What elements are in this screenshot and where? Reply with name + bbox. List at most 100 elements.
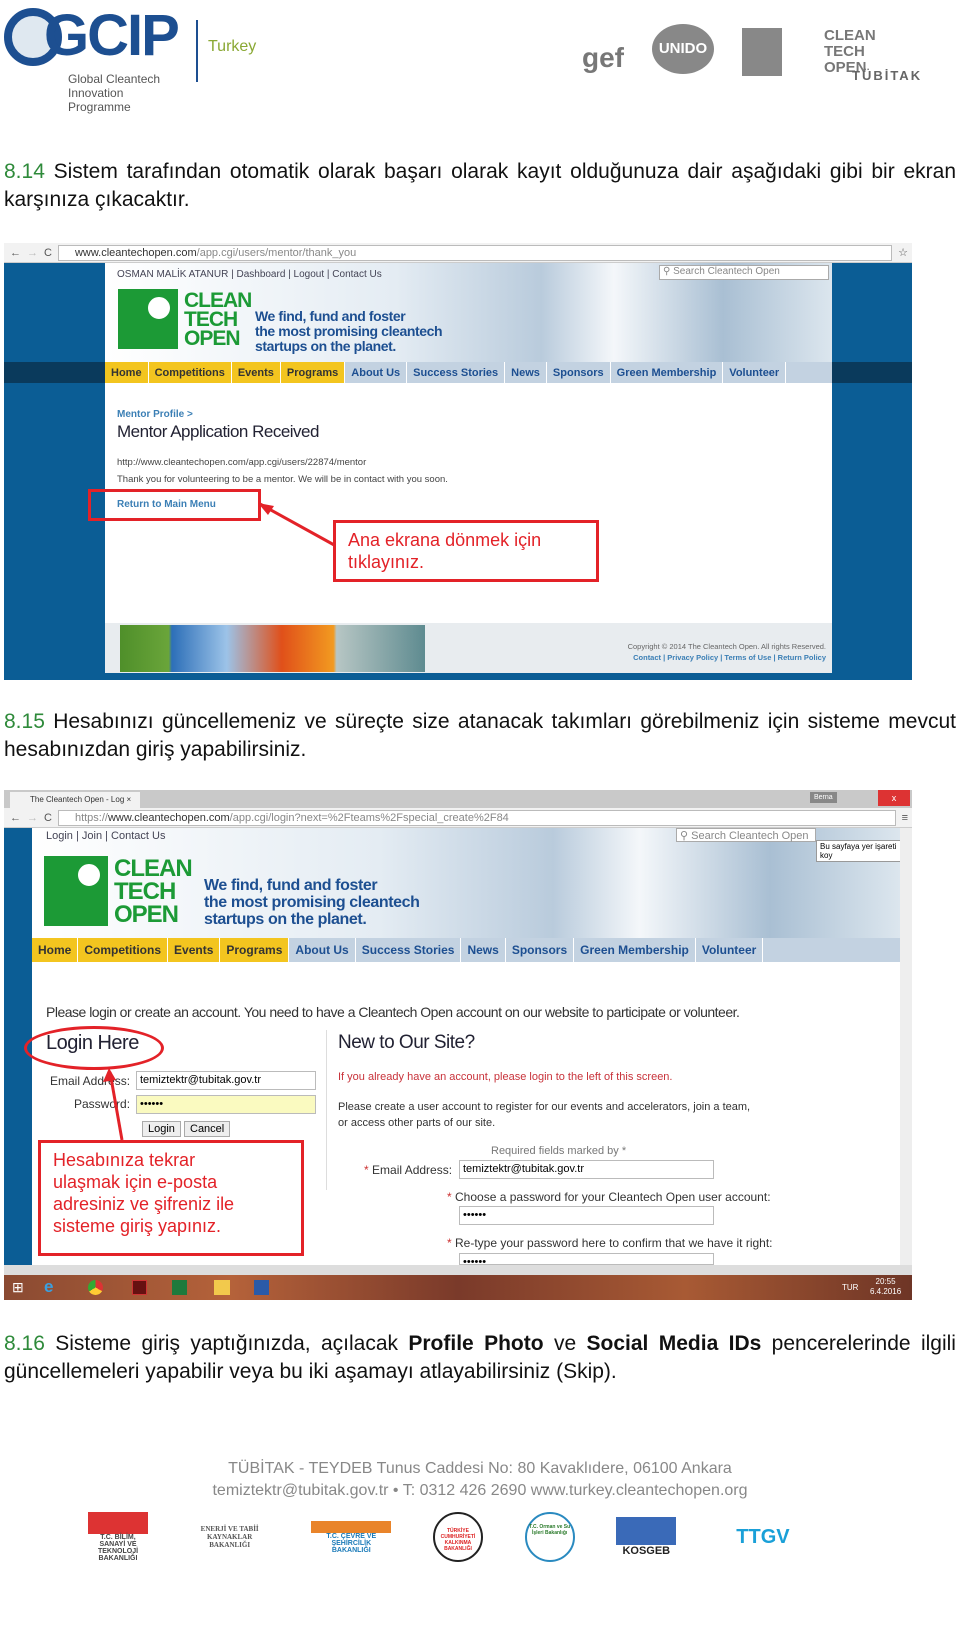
- choose-password-field[interactable]: ••••••: [459, 1206, 714, 1225]
- logo-bilim-sanayi: T.C. BİLİM, SANAYİ VE TEKNOLOJİ BAKANLIĞ…: [88, 1512, 148, 1562]
- logo-ttgv: TTGV: [736, 1525, 790, 1548]
- nav-about[interactable]: About Us: [289, 938, 356, 962]
- annotation-callout: Hesabınıza tekrar ulaşmak için e-posta adr…: [38, 1140, 304, 1256]
- back-icon[interactable]: ←: [10, 812, 21, 824]
- new-site-title: New to Our Site?: [338, 1032, 475, 1053]
- forward-icon[interactable]: →: [27, 247, 38, 259]
- annotation-arrow: [103, 1068, 124, 1141]
- paragraph-8-15: 8.15 Hesabınızı güncellemeniz ve süreçte…: [4, 710, 956, 761]
- word-icon[interactable]: [254, 1280, 269, 1295]
- nav-sponsors[interactable]: Sponsors: [506, 938, 575, 962]
- annotation-arrow: [258, 502, 337, 548]
- nav-about[interactable]: About Us: [345, 362, 408, 383]
- nav-news[interactable]: News: [461, 938, 506, 962]
- taskbar: ⊞ e TUR 20:55 6.4.2016: [4, 1275, 912, 1300]
- nav-volunteer[interactable]: Volunteer: [696, 938, 764, 962]
- nav-green-membership[interactable]: Green Membership: [574, 938, 696, 962]
- breadcrumb[interactable]: Mentor Profile >: [117, 409, 193, 420]
- language-indicator[interactable]: TUR: [842, 1283, 858, 1292]
- main-nav: Home Competitions Events Programs About …: [32, 938, 900, 962]
- bookmark-star-icon[interactable]: ☆: [898, 246, 912, 259]
- nav-programs[interactable]: Programs: [280, 362, 346, 383]
- browser-toolbar: ← → C https://www.cleantechopen.com/app.cg…: [4, 808, 912, 828]
- close-window-button[interactable]: x: [878, 790, 910, 806]
- logo-enerji: ENERJİ VE TABİİ KAYNAKLAR BAKANLIĞI: [200, 1525, 259, 1549]
- logo-kosgeb: KOSGEB: [616, 1517, 677, 1557]
- nav-success-stories[interactable]: Success Stories: [356, 938, 462, 962]
- choose-password-label: * Choose a password for your Cleantech O…: [447, 1190, 771, 1204]
- cancel-button[interactable]: Cancel: [184, 1121, 231, 1137]
- nav-success-stories[interactable]: Success Stories: [407, 362, 506, 383]
- country-label: Turkey: [208, 38, 257, 55]
- clock[interactable]: 20:55 6.4.2016: [870, 1277, 901, 1297]
- back-icon[interactable]: ←: [10, 247, 21, 259]
- horizontal-scrollbar[interactable]: [4, 1265, 912, 1275]
- vertical-scrollbar[interactable]: [900, 828, 912, 1265]
- partner-logo-tubitak: TÜBİTAK: [852, 68, 923, 83]
- screenshot-login: The Cleantech Open - Log × Berna x ← → C h…: [4, 790, 912, 1300]
- sun-icon: [118, 289, 178, 349]
- excel-icon[interactable]: [172, 1280, 187, 1295]
- nav-events[interactable]: Events: [231, 362, 281, 383]
- nav-volunteer[interactable]: Volunteer: [723, 362, 787, 383]
- email-field[interactable]: temiztektr@tubitak.gov.tr: [136, 1071, 316, 1090]
- nav-news[interactable]: News: [505, 362, 547, 383]
- nav-home[interactable]: Home: [105, 362, 149, 383]
- ie-icon[interactable]: e: [44, 1277, 53, 1297]
- nav-green-membership[interactable]: Green Membership: [611, 362, 724, 383]
- explorer-icon[interactable]: [214, 1280, 230, 1295]
- site-links[interactable]: Login | Join | Contact Us: [46, 830, 165, 842]
- reload-icon[interactable]: C: [44, 812, 52, 824]
- paragraph-8-16: 8.16 Sisteme giriş yaptığınızda, açılaca…: [4, 1332, 956, 1383]
- nav-competitions[interactable]: Competitions: [148, 362, 232, 383]
- nav-programs[interactable]: Programs: [220, 938, 290, 962]
- chrome-icon[interactable]: [88, 1280, 103, 1295]
- search-input[interactable]: ⚲ Search Cleantech Open: [659, 265, 829, 280]
- nav-home[interactable]: Home: [32, 938, 79, 962]
- footer-links[interactable]: Contact | Privacy Policy | Terms of Use …: [584, 653, 826, 662]
- bookmark-tooltip: Bu sayfaya yer işareti koy: [816, 840, 912, 862]
- reg-email-field[interactable]: temiztektr@tubitak.gov.tr: [459, 1160, 714, 1179]
- login-button[interactable]: Login: [142, 1121, 181, 1137]
- reload-icon[interactable]: C: [44, 247, 52, 259]
- annotation-callout: Ana ekrana dönmek için tıklayınız.: [333, 520, 599, 582]
- footer-logos: T.C. BİLİM, SANAYİ VE TEKNOLOJİ BAKANLIĞ…: [88, 1512, 808, 1562]
- login-title-circle: [24, 1026, 164, 1070]
- address-bar[interactable]: www.cleantechopen.com/app.cgi/users/ment…: [57, 244, 893, 261]
- menu-icon[interactable]: ≡: [902, 812, 912, 824]
- tagline: We find, fund and foster the most promisi…: [204, 877, 420, 928]
- forward-icon[interactable]: →: [27, 812, 38, 824]
- already-account-note: If you already have an account, please l…: [338, 1071, 673, 1083]
- highlight-box: [88, 489, 261, 521]
- reg-email-label: * Email Address:: [364, 1163, 453, 1177]
- tagline: We find, fund and foster the most promisi…: [255, 308, 443, 354]
- acrobat-icon[interactable]: [132, 1280, 147, 1295]
- password-field[interactable]: ••••••: [136, 1095, 316, 1114]
- divider: [196, 20, 198, 82]
- logo-cevre: T.C. ÇEVRE VE ŞEHİRCİLİK BAKANLIĞI: [311, 1520, 392, 1554]
- cleantech-open-logo: CLEAN TECH OPEN: [44, 856, 193, 926]
- windows-start-icon[interactable]: ⊞: [12, 1279, 24, 1296]
- column-divider: [326, 1030, 327, 1190]
- address-bar[interactable]: https://www.cleantechopen.com/app.cgi/lo…: [57, 809, 896, 826]
- nav-sponsors[interactable]: Sponsors: [547, 362, 611, 383]
- footer-contact: temiztektr@tubitak.gov.tr • T: 0312 426 …: [212, 1482, 748, 1499]
- thank-you-message: Thank you for volunteering to be a mento…: [117, 474, 448, 485]
- browser-tab[interactable]: The Cleantech Open - Log ×: [10, 792, 140, 808]
- login-intro: Please login or create an account. You n…: [46, 1004, 740, 1020]
- partner-logo-gef: gef: [582, 42, 624, 73]
- required-note: Required fields marked by *: [491, 1145, 627, 1157]
- browser-toolbar: ← → C www.cleantechopen.com/app.cgi/users/…: [4, 243, 912, 263]
- retype-password-label: * Re-type your password here to confirm …: [447, 1236, 773, 1250]
- gcip-logo: GCIP Global Cleantech Innovation Program…: [4, 3, 194, 114]
- sun-icon: [44, 856, 108, 926]
- main-nav: Home Competitions Events Programs About …: [105, 362, 832, 383]
- nav-competitions[interactable]: Competitions: [78, 938, 169, 962]
- logo-kalkinma: TÜRKİYE CUMHURİYETİ KALKINMA BAKANLIĞI: [432, 1512, 483, 1562]
- nav-events[interactable]: Events: [168, 938, 221, 962]
- logo-orman-su: T.C. Orman ve Su İşleri Bakanlığı: [524, 1512, 575, 1562]
- search-input[interactable]: ⚲ Search Cleantech Open: [676, 828, 816, 842]
- retype-password-field[interactable]: ••••••: [459, 1253, 714, 1265]
- user-badge: Berna: [810, 792, 837, 803]
- user-links[interactable]: OSMAN MALİK ATANUR | Dashboard | Logout …: [117, 269, 382, 280]
